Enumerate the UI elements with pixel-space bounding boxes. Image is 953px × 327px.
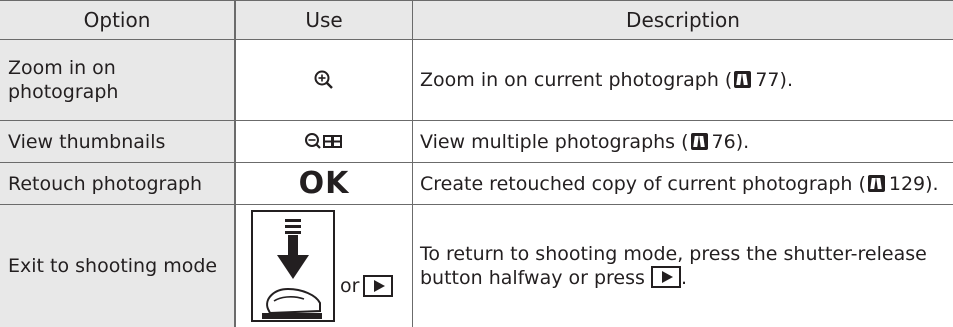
thumbnail-view-icon [305,132,342,149]
table-row-use [236,40,412,120]
table-row-option: Exit to shooting mode [8,255,218,277]
zoom-in-magnifier-icon [314,70,333,89]
table-row-option: Retouch photograph [8,172,203,195]
page-reference-icon [867,174,885,192]
table-row-use [236,121,412,162]
header-use: Use [305,7,343,32]
table-row-description: To return to shooting mode, press the sh… [420,243,927,289]
header-option: Option [83,7,151,32]
table-row-description: Create retouched copy of current photogr… [420,172,939,195]
ok-button-label: OK [298,165,350,201]
header-description: Description [626,7,740,32]
playback-button-icon [650,266,681,288]
page-reference-icon [690,132,708,150]
column-divider [412,0,413,327]
table-row-use: or [236,205,412,327]
options-table: Option Use Description Zoom in on photog… [0,0,953,327]
playback-button-icon [363,275,394,297]
table-row-option: View thumbnails [8,130,166,153]
table-row-description: Zoom in on current photograph (77). [420,69,793,91]
table-row-description: View multiple photographs (76). [420,130,750,153]
page-reference-icon [734,71,752,88]
table-row-option: Zoom in on photograph [8,57,119,103]
or-text: or [340,275,360,297]
table-row-use: OK [236,163,412,204]
shutter-release-button-icon [251,210,335,322]
